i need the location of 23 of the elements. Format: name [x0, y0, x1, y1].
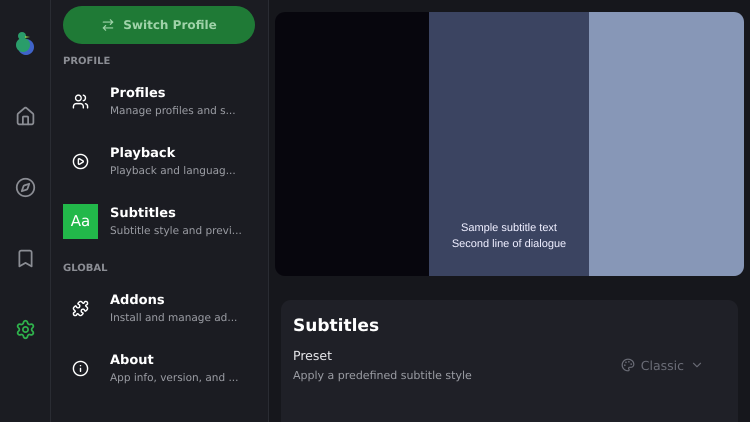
menu-item-subtitle: Manage profiles and s...: [110, 104, 236, 116]
menu-item-subtitle: Install and manage ad...: [110, 312, 238, 324]
menu-item-subtitle: Playback and languag...: [110, 164, 236, 176]
section-heading: PROFILE: [63, 56, 112, 67]
setting-description: Apply a predefined subtitle style: [293, 369, 472, 382]
card-title: Subtitles: [293, 316, 380, 336]
setting-label: Preset: [293, 348, 333, 363]
compass-icon[interactable]: [14, 177, 36, 198]
section-heading: GLOBAL: [63, 263, 108, 274]
home-icon[interactable]: [14, 106, 36, 127]
menu-item-title[interactable]: Addons: [110, 292, 238, 308]
menu-item-title[interactable]: About: [110, 352, 238, 368]
menu-item-subtitle: App info, version, and ...: [110, 372, 238, 384]
palette-icon: [620, 358, 635, 372]
subtitle-line: Sample subtitle text: [461, 221, 557, 236]
menu-item-subtitle: Subtitle style and previ...: [110, 224, 242, 236]
swap-arrows-icon: [101, 18, 116, 32]
menu-item-title[interactable]: Profiles: [110, 86, 236, 100]
subtitle-line: Second line of dialogue: [452, 237, 566, 252]
settings-icon[interactable]: [14, 319, 36, 340]
bird-logo-icon: [13, 30, 37, 56]
menu-item-title[interactable]: Subtitles: [110, 206, 242, 220]
menu-item-title[interactable]: Playback: [110, 146, 236, 160]
